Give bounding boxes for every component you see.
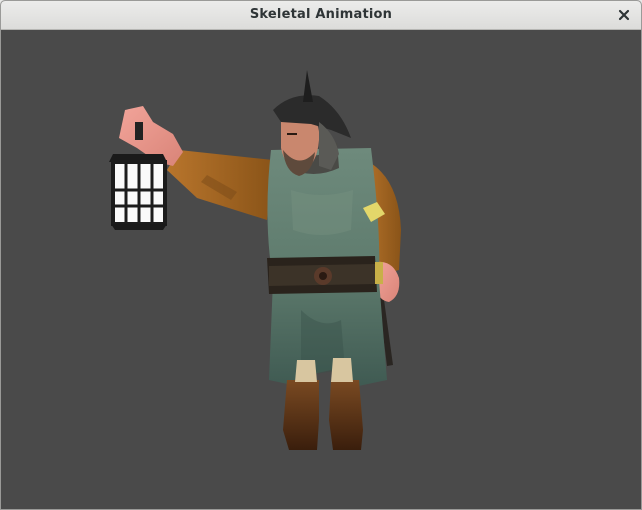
close-button[interactable] (613, 5, 635, 25)
window-title: Skeletal Animation (249, 7, 393, 22)
title-bar[interactable]: Skeletal Animation (1, 1, 641, 30)
app-window: Skeletal Animation (0, 0, 642, 510)
right-boot (329, 380, 363, 450)
character-model (109, 70, 401, 450)
close-icon (618, 9, 630, 21)
render-viewport[interactable] (1, 30, 641, 509)
left-boot (283, 380, 319, 450)
